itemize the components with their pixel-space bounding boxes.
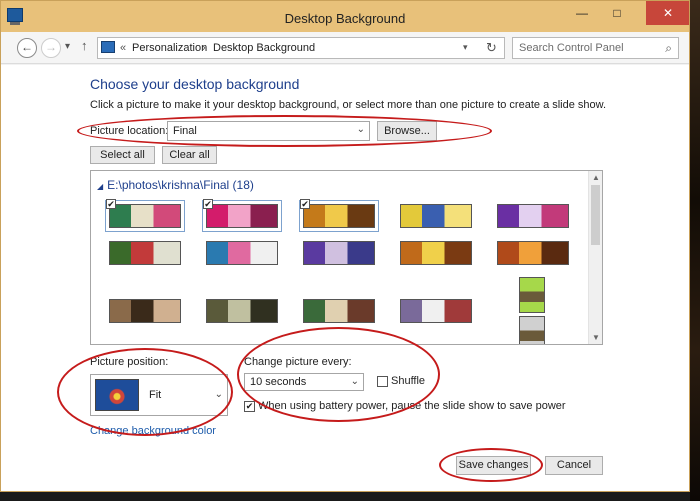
shuffle-checkbox[interactable] <box>377 376 388 387</box>
thumbnail-checkbox[interactable]: ✔ <box>300 199 310 209</box>
wallpaper-thumbnail[interactable]: ✔ <box>299 199 379 232</box>
main-content: Choose your desktop background Click a p… <box>1 65 689 491</box>
thumbnail-checkbox[interactable]: ✔ <box>203 199 213 209</box>
picture-position-label: Picture position: <box>90 356 169 368</box>
picture-position-select[interactable]: Fit ⌄ <box>90 374 228 416</box>
wallpaper-thumbnail[interactable]: ✔ <box>202 199 282 232</box>
change-picture-every-label: Change picture every: <box>244 356 352 368</box>
address-bar[interactable]: « Personalization › Desktop Background ▾… <box>97 37 505 59</box>
maximize-button[interactable]: □ <box>602 1 632 25</box>
thumbnail-checkbox[interactable]: ✔ <box>106 199 116 209</box>
battery-checkbox[interactable]: ✔ <box>244 401 255 412</box>
position-preview-image <box>95 379 139 411</box>
picture-location-label: Picture location: <box>90 125 169 137</box>
wallpaper-thumbnail[interactable] <box>400 299 472 323</box>
wallpaper-thumbnail[interactable] <box>109 241 181 265</box>
up-level-icon[interactable]: ↑ <box>81 38 88 53</box>
gallery-scrollbar[interactable]: ▲ ▼ <box>588 171 602 344</box>
picture-position-value: Fit <box>149 389 162 401</box>
minimize-button[interactable]: — <box>567 1 597 25</box>
wallpaper-thumbnail[interactable] <box>400 204 472 228</box>
forward-button[interactable]: → <box>41 38 61 58</box>
clear-all-button[interactable]: Clear all <box>162 146 217 164</box>
wallpaper-thumbnail[interactable] <box>497 204 569 228</box>
change-interval-select[interactable]: 10 seconds ⌄ <box>244 373 364 391</box>
address-dropdown-icon[interactable]: ▾ <box>463 42 468 53</box>
control-panel-icon <box>101 41 115 53</box>
breadcrumb-desktop-background[interactable]: Desktop Background <box>213 42 315 54</box>
scrollbar-thumb[interactable] <box>591 185 600 245</box>
breadcrumb-chevron-icon[interactable]: › <box>202 42 206 54</box>
wallpaper-thumbnail[interactable] <box>400 241 472 265</box>
breadcrumb-overflow-icon[interactable]: « <box>120 42 126 54</box>
chevron-down-icon: ⌄ <box>214 389 223 400</box>
wallpaper-thumbnail[interactable] <box>303 241 375 265</box>
picture-gallery[interactable]: ◢ E:\photos\krishna\Final (18) ✔ ✔ ✔ ▲ ▼ <box>90 170 603 345</box>
recent-locations-icon[interactable]: ▾ <box>65 41 70 52</box>
wallpaper-thumbnail[interactable] <box>519 316 545 344</box>
wallpaper-thumbnail[interactable] <box>303 299 375 323</box>
picture-location-value: Final <box>173 125 197 137</box>
search-input[interactable]: Search Control Panel ⌕ <box>512 37 679 59</box>
wallpaper-thumbnail[interactable] <box>519 277 545 313</box>
save-changes-button[interactable]: Save changes <box>456 456 531 475</box>
folder-group-header[interactable]: ◢ E:\photos\krishna\Final (18) <box>97 178 254 192</box>
wallpaper-thumbnail[interactable] <box>206 299 278 323</box>
picture-location-select[interactable]: Final ⌄ <box>167 121 370 141</box>
change-interval-value: 10 seconds <box>250 376 307 388</box>
navigation-bar: ← → ▾ ↑ « Personalization › Desktop Back… <box>1 32 689 64</box>
shuffle-label[interactable]: Shuffle <box>391 375 425 387</box>
cancel-button[interactable]: Cancel <box>545 456 603 475</box>
scroll-down-icon[interactable]: ▼ <box>592 333 600 342</box>
search-placeholder: Search Control Panel <box>519 42 624 54</box>
scroll-up-icon[interactable]: ▲ <box>592 173 600 182</box>
back-button[interactable]: ← <box>17 38 37 58</box>
page-title: Choose your desktop background <box>90 76 300 92</box>
collapse-triangle-icon[interactable]: ◢ <box>97 182 103 191</box>
chevron-down-icon: ⌄ <box>350 376 359 387</box>
wallpaper-thumbnail[interactable]: ✔ <box>105 199 185 232</box>
desktop-background-window: Desktop Background — □ ✕ ← → ▾ ↑ « Perso… <box>0 0 690 492</box>
title-bar: Desktop Background — □ ✕ <box>1 1 689 32</box>
desktop-background-strip <box>690 0 700 501</box>
page-description: Click a picture to make it your desktop … <box>90 99 607 111</box>
wallpaper-thumbnail[interactable] <box>206 241 278 265</box>
wallpaper-thumbnail[interactable] <box>497 241 569 265</box>
search-icon[interactable]: ⌕ <box>665 41 672 56</box>
close-button[interactable]: ✕ <box>646 1 689 25</box>
change-background-color-link[interactable]: Change background color <box>90 425 216 437</box>
breadcrumb-personalization[interactable]: Personalization <box>132 42 207 54</box>
battery-pause-label[interactable]: When using battery power, pause the slid… <box>258 400 566 412</box>
browse-button[interactable]: Browse... <box>377 121 437 141</box>
wallpaper-thumbnail[interactable] <box>109 299 181 323</box>
chevron-down-icon: ⌄ <box>356 124 365 135</box>
refresh-icon[interactable]: ↻ <box>486 40 497 56</box>
select-all-button[interactable]: Select all <box>90 146 155 164</box>
